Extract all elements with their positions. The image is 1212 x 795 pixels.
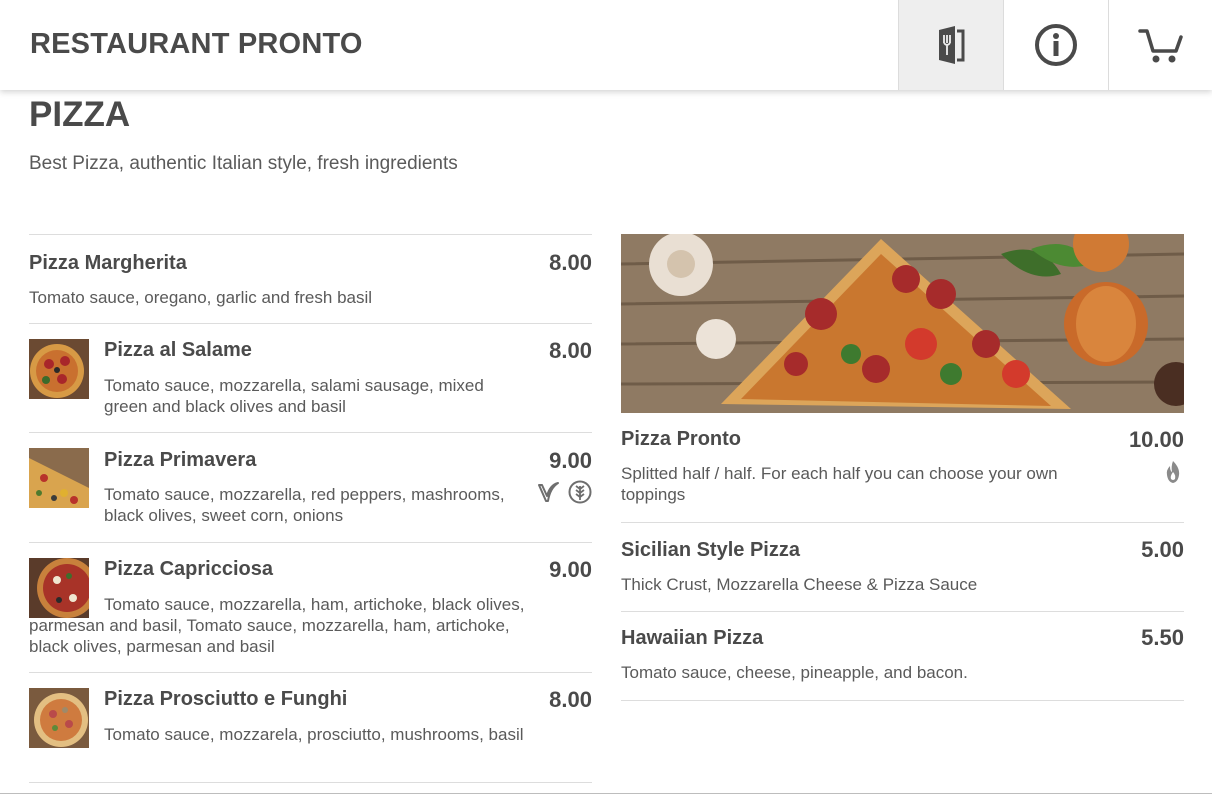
item-description: Tomato sauce, cheese, pineapple, and bac… — [621, 663, 968, 682]
item-description: Tomato sauce, mozzarela, prosciutto, mus… — [104, 725, 524, 744]
menu-item[interactable]: Pizza al Salame 8.00 Tomato sauce, mozza… — [29, 323, 592, 432]
menu-nav-button[interactable] — [898, 0, 1003, 90]
item-price: 9.00 — [549, 448, 592, 473]
item-name: Hawaiian Pizza — [621, 627, 764, 649]
menu-item[interactable]: Pizza Prosciutto e Funghi 8.00 Tomato sa… — [29, 672, 592, 782]
item-thumbnail[interactable] — [29, 448, 89, 508]
item-price: 10.00 — [1128, 427, 1184, 452]
item-thumbnail[interactable] — [29, 688, 89, 748]
spicy-icon — [1166, 461, 1180, 483]
menu-item[interactable]: Pizza Primavera 9.00 Tomato sauce, mozza… — [29, 432, 592, 542]
item-description: Tomato sauce, oregano, garlic and fresh … — [29, 288, 373, 307]
menu-item[interactable]: Pizza Pronto 10.00 Splitted half / half.… — [621, 413, 1184, 522]
item-name: Pizza Primavera — [104, 449, 257, 471]
item-description: Tomato sauce, mozzarella, ham, artichoke… — [29, 595, 525, 656]
divider — [621, 700, 1184, 701]
cart-icon — [1138, 29, 1183, 63]
info-nav-button[interactable] — [1003, 0, 1108, 90]
menu-item[interactable]: Sicilian Style Pizza 5.00 Thick Crust, M… — [621, 522, 1184, 611]
category-description: Best Pizza, authentic Italian style, fre… — [29, 153, 458, 174]
item-name: Pizza al Salame — [104, 339, 252, 361]
menu-item[interactable]: Hawaiian Pizza 5.50 Tomato sauce, cheese… — [621, 611, 1184, 700]
item-price: 5.00 — [1141, 537, 1184, 562]
item-description: Tomato sauce, mozzarella, red peppers, m… — [104, 485, 505, 525]
restaurant-name[interactable]: RESTAURANT PRONTO — [30, 28, 363, 61]
item-price: 5.50 — [1141, 625, 1184, 650]
item-badges — [536, 480, 592, 504]
item-thumbnail[interactable] — [29, 339, 89, 399]
item-name: Pizza Pronto — [621, 428, 742, 450]
menu-item[interactable]: Pizza Capricciosa 9.00 Tomato sauce, moz… — [29, 542, 592, 672]
cart-nav-button[interactable] — [1108, 0, 1212, 90]
menu-column-right: Pizza Pronto 10.00 Splitted half / half.… — [621, 234, 1184, 701]
category-hero-image — [621, 234, 1184, 413]
item-price: 9.00 — [549, 557, 592, 582]
menu-column-left: Pizza Margherita 8.00 Tomato sauce, oreg… — [29, 234, 592, 783]
item-name: Pizza Capricciosa — [104, 558, 273, 580]
item-description: Splitted half / half. For each half you … — [621, 464, 1058, 504]
item-description: Thick Crust, Mozzarella Cheese & Pizza S… — [621, 575, 978, 594]
page-bottom-border — [0, 793, 1212, 794]
item-price: 8.00 — [549, 250, 592, 275]
gluten-free-icon — [568, 480, 592, 504]
menu-item[interactable]: Pizza Margherita 8.00 Tomato sauce, oreg… — [29, 234, 592, 323]
top-bar: RESTAURANT PRONTO — [0, 0, 1212, 90]
item-name: Sicilian Style Pizza — [621, 539, 800, 561]
info-icon — [1035, 24, 1077, 66]
divider — [29, 782, 592, 783]
item-name: Pizza Margherita — [29, 252, 187, 274]
item-price: 8.00 — [549, 687, 592, 712]
item-badges — [1162, 460, 1184, 484]
item-description: Tomato sauce, mozzarella, salami sausage… — [104, 376, 484, 416]
item-name: Pizza Prosciutto e Funghi — [104, 688, 348, 710]
menu-book-icon — [939, 26, 965, 64]
vegan-icon — [538, 482, 559, 502]
item-price: 8.00 — [549, 338, 592, 363]
category-title: PIZZA — [29, 95, 131, 134]
